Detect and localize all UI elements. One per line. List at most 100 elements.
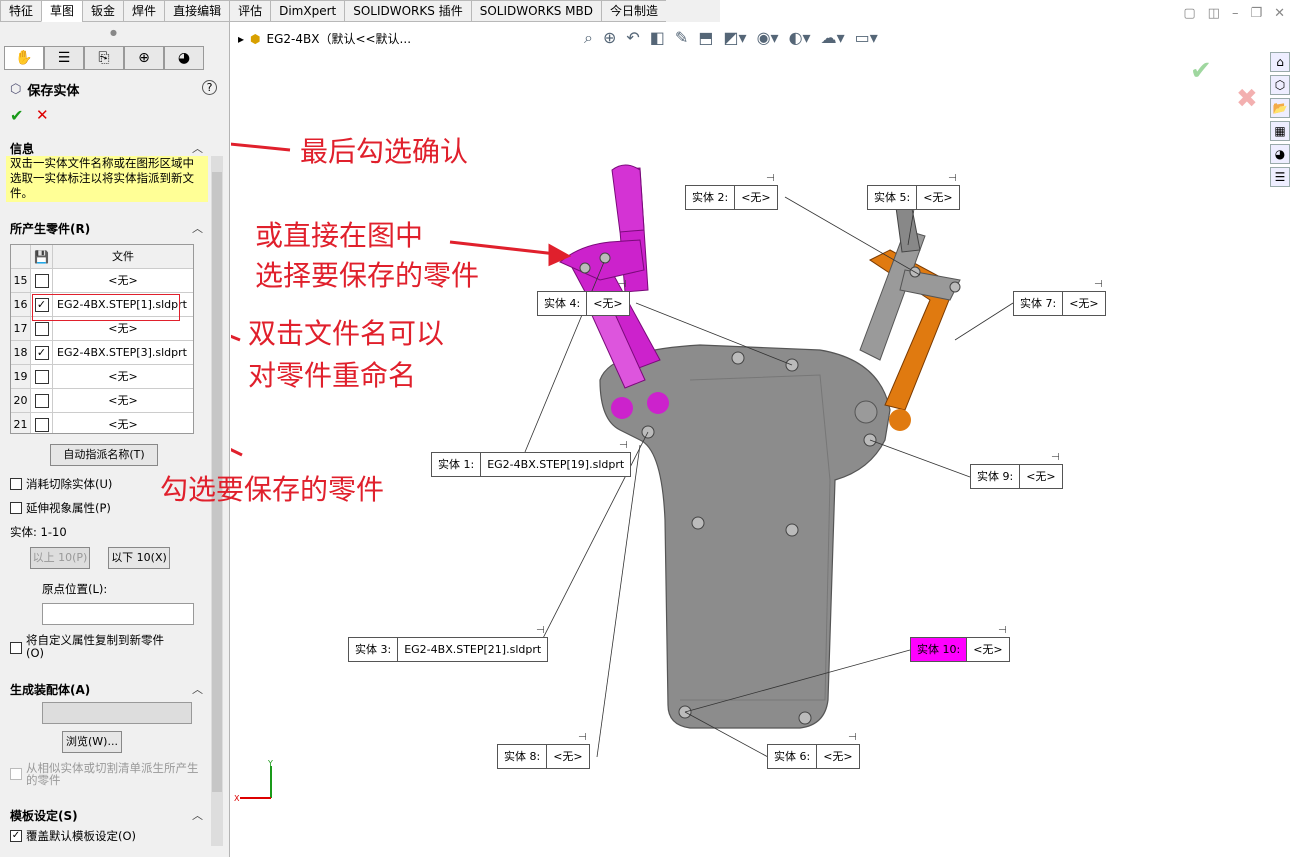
collapse-icon[interactable]: ︿ [192,807,203,823]
tab-8[interactable]: SOLIDWORKS MBD [470,0,602,22]
body-callout[interactable]: 实体 9: <无> [970,464,1063,489]
configuration-manager-tab[interactable]: ⎘ [84,46,124,70]
zoom-area-icon[interactable]: ⊕ [603,28,616,48]
derive-option[interactable]: 从相似实体或切割清单派生所产生的零件 [10,762,201,786]
auto-assign-button[interactable]: 自动指派名称(T) [50,444,158,466]
row-checkbox-cell[interactable]: ✓ [31,341,53,364]
save-column-icon[interactable]: 💾 [31,245,53,268]
file-explorer-icon[interactable]: 📂 [1270,98,1290,118]
pin-icon[interactable]: ⊣ [948,173,957,184]
maximize-icon[interactable]: ❐ [1250,6,1262,21]
pin-icon[interactable]: ⊣ [1051,452,1060,463]
property-manager-tab[interactable]: ☰ [44,46,84,70]
override-template-option[interactable]: ✓ 覆盖默认模板设定(O) [10,828,136,844]
row-file-name[interactable]: <无> [53,389,193,412]
extend-view-checkbox[interactable] [10,502,22,514]
consume-cut-checkbox[interactable] [10,478,22,490]
pin-icon[interactable]: ⊣ [536,625,545,636]
design-library-icon[interactable]: ⬡ [1270,75,1290,95]
assembly-path-input[interactable] [42,702,192,724]
row-file-name[interactable]: <无> [53,413,193,433]
view-palette-icon[interactable]: ▦ [1270,121,1290,141]
confirm-corner-ok[interactable]: ✔ [1190,56,1212,86]
tab-9[interactable]: 今日制造 [601,0,667,22]
pin-icon[interactable]: ⊣ [1094,279,1103,290]
extend-view-option[interactable]: 延伸视象属性(P) [10,500,111,516]
row-file-name[interactable]: <无> [53,269,193,292]
custom-properties-icon[interactable]: ☰ [1270,167,1290,187]
callout-value[interactable]: <无> [967,638,1008,661]
table-row[interactable]: 20 <无> [11,389,193,413]
row-checkbox[interactable] [34,417,49,432]
tab-7[interactable]: SOLIDWORKS 插件 [344,0,471,22]
row-checkbox-cell[interactable] [31,413,53,433]
view-settings-icon[interactable]: ▭▾ [855,28,878,48]
pin-icon[interactable]: ⊣ [998,625,1007,636]
table-row[interactable]: 18 ✓ EG2-4BX.STEP[3].sldprt [11,341,193,365]
derive-checkbox[interactable] [10,768,22,780]
grip-icon[interactable]: ● [110,28,117,37]
body-callout[interactable]: 实体 6: <无> [767,744,860,769]
collapse-icon[interactable]: ︿ [192,140,203,156]
callout-value[interactable]: <无> [587,292,628,315]
feature-manager-tab[interactable]: ✋ [4,46,44,70]
browse-button[interactable]: 浏览(W)... [62,731,122,753]
collapse-icon[interactable]: ︿ [192,681,203,697]
expand-arrow-icon[interactable]: ▸ [238,32,244,46]
callout-value[interactable]: <无> [1063,292,1104,315]
tab-0[interactable]: 特征 [0,0,42,22]
callout-value[interactable]: <无> [547,745,588,768]
zoom-to-fit-icon[interactable]: ⌕ [584,28,593,48]
table-row[interactable]: 19 <无> [11,365,193,389]
callout-value[interactable]: <无> [735,186,776,209]
callout-value[interactable]: <无> [1020,465,1061,488]
table-row[interactable]: 15 <无> [11,269,193,293]
body-callout[interactable]: 实体 5: <无> [867,185,960,210]
tab-5[interactable]: 评估 [229,0,271,22]
scene-icon[interactable]: ☁▾ [821,28,845,48]
callout-value[interactable]: <无> [817,745,858,768]
confirm-corner-cancel[interactable]: ✖ [1236,84,1258,114]
feature-tree-flyout[interactable]: ▸ ⬢ EG2-4BX（默认<<默认... [238,30,411,47]
dynamic-annotation-icon[interactable]: ✎ [675,28,688,48]
previous-view-icon[interactable]: ↶ [626,28,639,48]
row-checkbox[interactable] [34,393,49,408]
view-orientation-icon[interactable]: ⬒ [698,28,713,48]
hide-show-icon[interactable]: ◉▾ [757,28,779,48]
tab-6[interactable]: DimXpert [270,0,345,22]
origin-input[interactable] [42,603,194,625]
next-10-button[interactable]: 以下 10(X) [108,547,170,569]
override-template-checkbox[interactable]: ✓ [10,830,22,842]
row-file-name[interactable]: EG2-4BX.STEP[3].sldprt [53,341,193,364]
copy-props-checkbox[interactable] [10,642,22,654]
prev-10-button[interactable]: 以上 10(P) [30,547,90,569]
ok-button[interactable]: ✔ [10,106,23,125]
pin-icon[interactable]: ⊣ [848,732,857,743]
collapse-icon[interactable]: ︿ [192,220,203,236]
consume-cut-option[interactable]: 消耗切除实体(U) [10,476,112,492]
display-style-icon[interactable]: ◩▾ [723,28,746,48]
appearance-icon[interactable]: ◐▾ [789,28,811,48]
close-icon[interactable]: ✕ [1274,6,1285,21]
body-callout[interactable]: 实体 4: <无> [537,291,630,316]
tile-icon[interactable]: ◫ [1208,6,1220,21]
body-callout[interactable]: 实体 8: <无> [497,744,590,769]
table-row[interactable]: 21 <无> [11,413,193,433]
row-checkbox[interactable] [34,321,49,336]
minimize-icon[interactable]: – [1232,6,1239,21]
tab-1[interactable]: 草图 [41,0,83,22]
home-icon[interactable]: ⌂ [1270,52,1290,72]
pin-icon[interactable]: ⊣ [578,732,587,743]
cancel-button[interactable]: ✕ [36,106,49,124]
row-file-name[interactable]: <无> [53,365,193,388]
body-callout[interactable]: 实体 3: EG2-4BX.STEP[21].sldprt [348,637,549,662]
dimxpert-manager-tab[interactable]: ⊕ [124,46,164,70]
body-callout[interactable]: 实体 10: <无> [910,637,1010,662]
row-checkbox[interactable] [34,369,49,384]
tab-3[interactable]: 焊件 [123,0,165,22]
help-icon[interactable]: ? [202,80,217,95]
pin-icon[interactable]: ⊣ [618,279,627,290]
appearances-icon[interactable]: ◕ [1270,144,1290,164]
body-callout[interactable]: 实体 2: <无> [685,185,778,210]
graphics-area[interactable] [231,54,1267,857]
